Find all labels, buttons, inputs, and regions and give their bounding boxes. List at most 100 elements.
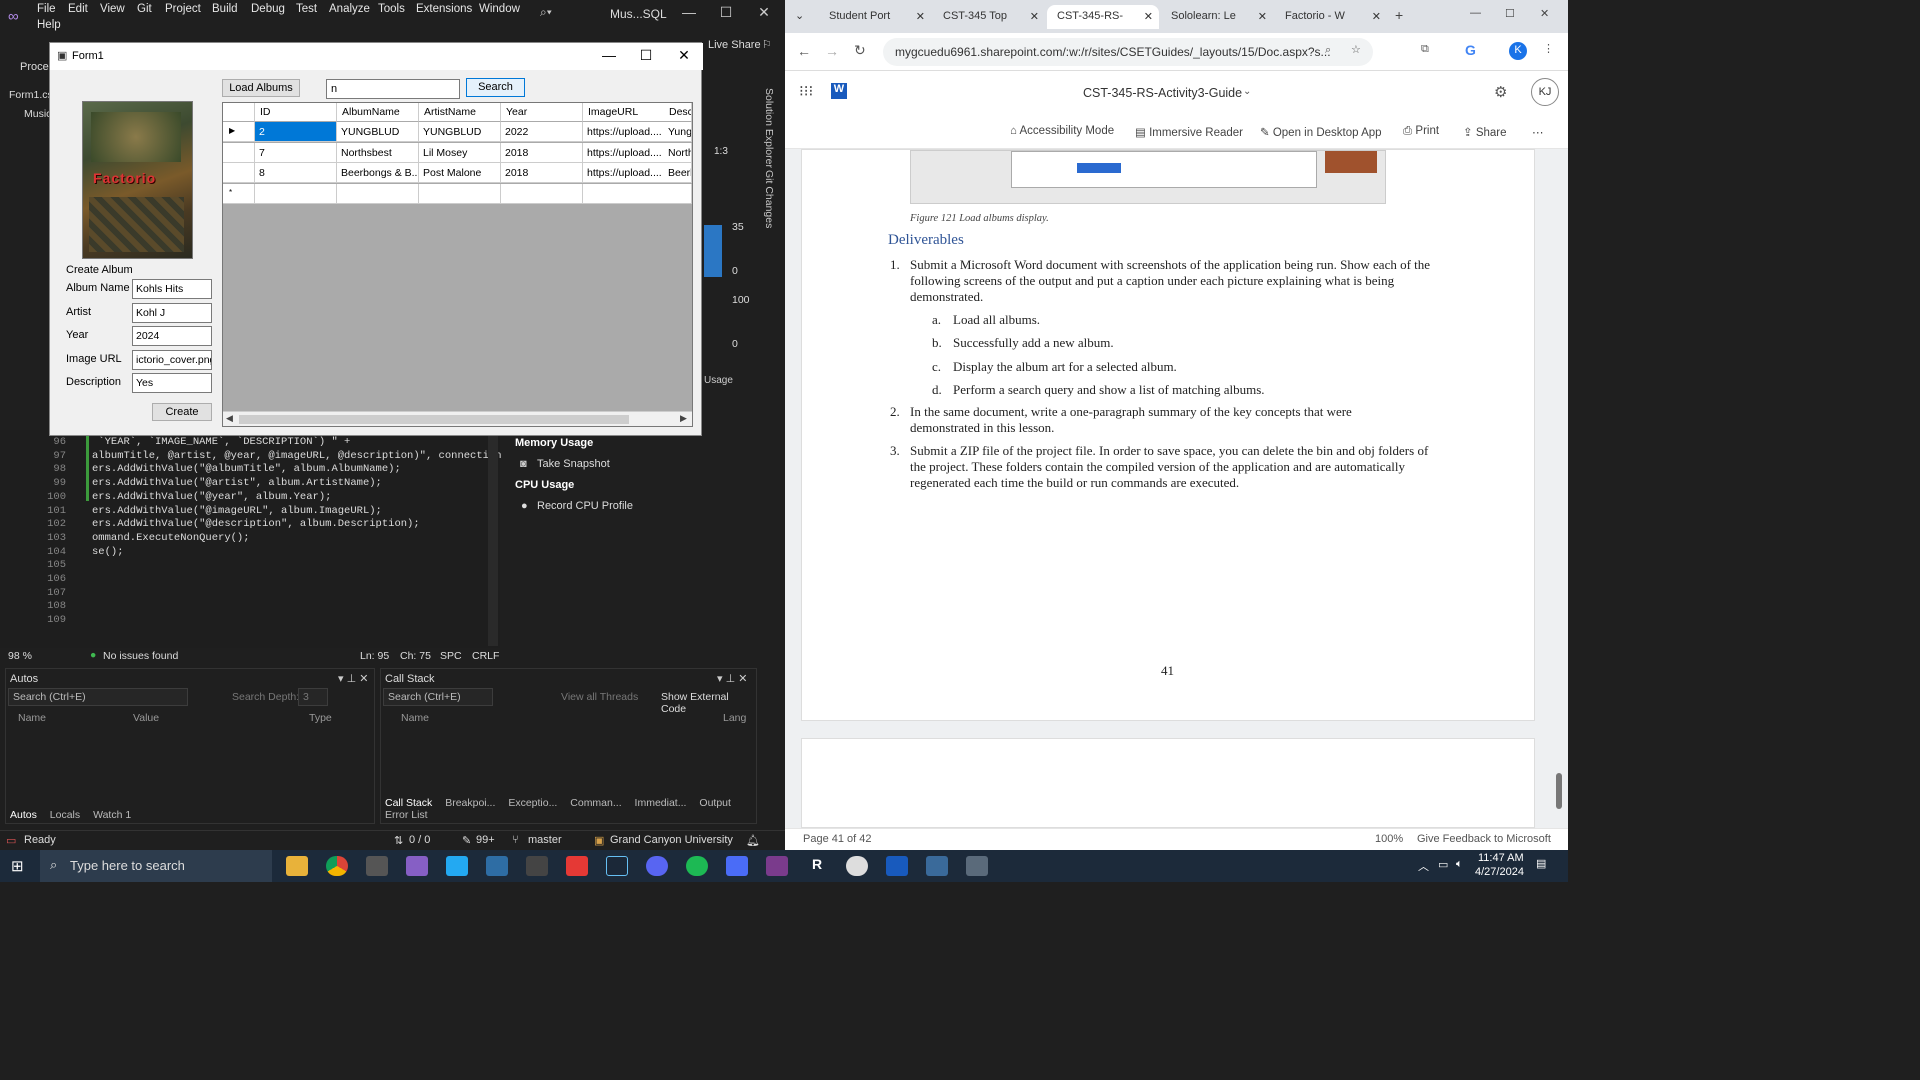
tab-breakpoints[interactable]: Breakpoi... [445,797,495,809]
tab-immediate[interactable]: Immediat... [635,797,687,809]
github-icon[interactable] [846,856,868,876]
doc-scrollbar-thumb[interactable] [1556,773,1562,809]
maximize-icon[interactable]: ☐ [711,4,741,21]
search-input[interactable]: n [326,79,460,99]
tab-command[interactable]: Comman... [570,797,621,809]
menu-test[interactable]: Test [296,3,317,15]
app-icon[interactable] [926,856,948,876]
grid-cell[interactable]: Yungb [664,122,692,142]
tab-close-icon[interactable]: ✕ [1144,10,1153,23]
grid-cell[interactable]: Post Malone [419,163,501,183]
scroll-right-icon[interactable]: ▶ [680,413,687,424]
share-button[interactable]: ⇪ Share [1463,125,1507,139]
grid-cell[interactable]: North [664,142,692,163]
grid-cell[interactable]: https://upload.... [583,122,665,142]
minimize-icon[interactable]: — [674,4,704,20]
maximize-icon[interactable]: ☐ [1505,7,1515,20]
view-threads-button[interactable]: View all Threads [561,691,638,703]
clock-date[interactable]: 4/27/2024 [1475,866,1524,878]
autos-search-input[interactable]: Search (Ctrl+E) [8,688,188,706]
browser-tab-1[interactable]: Student Port ✕ [819,5,931,29]
grid-new-row-cell[interactable] [664,183,692,204]
load-albums-button[interactable]: Load Albums [222,79,300,97]
grid-corner-header[interactable] [223,103,255,122]
grid-new-row-cell[interactable] [337,183,419,204]
grid-cell[interactable]: 2 [255,122,337,142]
issues-label[interactable]: No issues found [103,650,178,662]
grid-cell[interactable]: 8 [255,163,337,183]
grid-new-row-cell[interactable] [583,183,665,204]
menu-file[interactable]: File [37,3,56,15]
field-input[interactable]: Kohls Hits [132,279,212,299]
app-icon[interactable] [486,856,508,876]
feedback-link[interactable]: Give Feedback to Microsoft [1417,833,1551,845]
commits-label[interactable]: 0 / 0 [409,834,430,846]
document-tab[interactable]: Form1.cs [9,89,53,101]
callstack-col-name[interactable]: Name [401,712,429,724]
panel-pin-icon[interactable]: ▾ ⊥ ✕ [717,672,747,685]
menu-analyze[interactable]: Analyze [329,3,370,15]
tab-close-icon[interactable]: ✕ [1372,10,1381,23]
app-launcher-icon[interactable]: ⁝⁝⁝ [799,82,813,100]
tab-output[interactable]: Output [699,797,731,809]
zoom-dropdown[interactable]: 98 % [8,650,32,662]
autos-col-value[interactable]: Value [133,712,159,724]
tab-watch1[interactable]: Watch 1 [93,809,131,821]
editor-scrollbar[interactable] [488,434,498,646]
live-share-button[interactable]: Live Share [708,39,761,51]
grid-column-header[interactable]: Desc [664,103,692,122]
albums-datagrid[interactable]: ID AlbumName ArtistName Year ImageURL Desc ▶ 2 Y… [222,102,693,427]
scroll-thumb[interactable] [239,415,629,424]
menu-tools[interactable]: Tools [378,3,405,15]
grid-row-header[interactable]: * [223,183,255,204]
print-button[interactable]: ⎙ Print [1403,125,1439,138]
taskbar-search-box[interactable]: ⌕ Type here to search [40,850,272,882]
google-icon[interactable]: G [1465,42,1476,58]
menu-window[interactable]: Window [479,3,520,15]
callstack-col-lang[interactable]: Lang [723,712,746,724]
field-input[interactable]: Yes [132,373,212,393]
panel-pin-icon[interactable]: ▾ ⊥ ✕ [338,672,368,685]
accessibility-mode-button[interactable]: ⌂ Accessibility Mode [1010,125,1114,137]
new-tab-icon[interactable]: + [1395,7,1403,23]
grid-cell[interactable]: Northsbest [337,142,419,163]
grid-cell[interactable]: Beerb [664,163,692,183]
grid-new-row-cell[interactable] [501,183,583,204]
grid-cell[interactable]: 2018 [501,163,583,183]
record-cpu-button[interactable]: Record CPU Profile [537,500,633,512]
chrome-icon[interactable] [326,856,348,876]
grid-row-header[interactable] [223,142,255,163]
scroll-left-icon[interactable]: ◀ [226,413,233,424]
create-button[interactable]: Create [152,403,212,421]
grid-cell[interactable]: YUNGBLUD [337,122,419,142]
solution-explorer-tab[interactable]: Solution Explorer [763,88,775,168]
close-icon[interactable]: ✕ [749,4,779,21]
tab-error-list[interactable]: Error List [385,809,428,821]
app-icon[interactable] [526,856,548,876]
grid-cell[interactable]: https://upload.... [583,163,665,183]
grid-cell[interactable]: https://upload.... [583,142,665,163]
class-dropdown[interactable]: Music [24,108,51,120]
grid-horizontal-scrollbar[interactable]: ◀ ▶ [223,411,692,426]
app-icon[interactable] [966,856,988,876]
minimize-icon[interactable]: — [594,47,624,63]
git-changes-tab[interactable]: Git Changes [763,170,775,228]
bell-icon[interactable]: 🔔︎ [746,834,760,847]
minimize-icon[interactable]: — [1470,7,1481,19]
back-icon[interactable]: ← [797,43,811,59]
grid-cell[interactable]: Lil Mosey [419,142,501,163]
tray-chevron-icon[interactable]: ︿ [1418,858,1429,874]
browser-tab-3-active[interactable]: CST-345-RS- ✕ [1047,5,1159,29]
autos-col-name[interactable]: Name [18,712,46,724]
grid-column-header[interactable]: Year [501,103,583,122]
discord-icon[interactable] [646,856,668,876]
field-input[interactable]: ictorio_cover.png [132,349,212,370]
menu-extensions[interactable]: Extensions [416,3,472,15]
file-explorer-icon[interactable] [286,856,308,876]
r-icon[interactable]: R [806,856,828,876]
grid-cell[interactable]: 7 [255,142,337,163]
grid-new-row-cell[interactable] [419,183,501,204]
grid-column-header[interactable]: ID [255,103,337,122]
zoom-label[interactable]: 100% [1375,833,1403,845]
grid-cell[interactable]: YUNGBLUD [419,122,501,142]
